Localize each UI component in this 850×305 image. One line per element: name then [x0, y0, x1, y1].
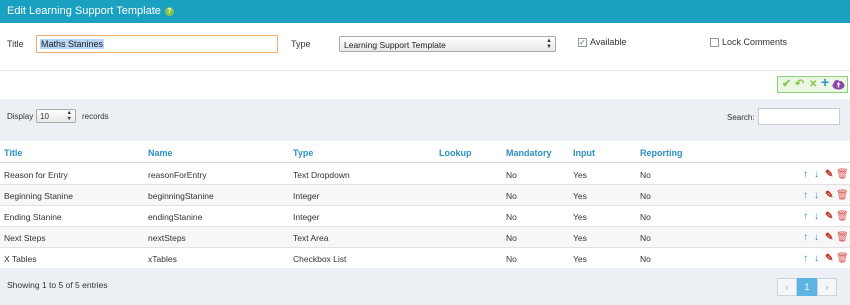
- cell-type: Integer: [293, 191, 320, 201]
- column-header-input[interactable]: Input: [573, 148, 595, 158]
- arrow-up-icon[interactable]: ↑: [803, 169, 808, 180]
- cell-reporting: No: [640, 191, 651, 201]
- cell-title: Reason for Entry: [4, 170, 68, 180]
- window-title-text: Edit Learning Support Template: [7, 5, 161, 17]
- column-header-reporting[interactable]: Reporting: [640, 148, 683, 158]
- title-input-value[interactable]: Maths Stanines: [40, 39, 105, 49]
- lock-comments-checkbox[interactable]: [710, 38, 719, 47]
- arrow-down-icon[interactable]: ↓: [814, 169, 819, 180]
- display-count-select[interactable]: 10 ▲ ▼: [36, 109, 76, 123]
- undo-icon[interactable]: ↶: [795, 78, 804, 91]
- filter-bar: [0, 99, 850, 141]
- type-select-value[interactable]: Learning Support Template: [344, 40, 446, 50]
- title-label: Title: [7, 39, 24, 49]
- cell-name: nextSteps: [148, 233, 186, 243]
- cell-input: Yes: [573, 191, 587, 201]
- cell-name: reasonForEntry: [148, 170, 207, 180]
- display-label: Display: [7, 112, 34, 121]
- column-header-mandatory[interactable]: Mandatory: [506, 148, 552, 158]
- cell-input: Yes: [573, 212, 587, 222]
- select-arrows-icon: ▲ ▼: [546, 38, 552, 50]
- table-header: Title Name Type Lookup Mandatory Input R…: [0, 143, 850, 163]
- column-header-name[interactable]: Name: [148, 148, 173, 158]
- cell-title: Beginning Stanine: [4, 191, 74, 201]
- save-icon[interactable]: ✔: [782, 78, 791, 91]
- cell-reporting: No: [640, 170, 651, 180]
- action-toolbar: ✔ ↶ ✕ +: [777, 75, 848, 94]
- table-row: Next Steps nextSteps Text Area No Yes No…: [0, 227, 850, 248]
- cell-reporting: No: [640, 254, 651, 264]
- display-count-value[interactable]: 10: [40, 112, 49, 121]
- pencil-icon[interactable]: ✎: [825, 169, 833, 180]
- cell-type: Text Dropdown: [293, 170, 350, 180]
- trash-icon[interactable]: 🗑: [836, 190, 849, 201]
- trash-icon[interactable]: 🗑: [836, 253, 849, 264]
- cell-title: Next Steps: [4, 233, 46, 243]
- cell-mandatory: No: [506, 191, 517, 201]
- arrow-down-icon[interactable]: ↓: [814, 190, 819, 201]
- page-1-button[interactable]: 1: [797, 278, 817, 296]
- add-icon[interactable]: +: [821, 75, 829, 89]
- trash-icon[interactable]: 🗑: [836, 232, 849, 243]
- column-header-lookup[interactable]: Lookup: [439, 148, 472, 158]
- pencil-icon[interactable]: ✎: [825, 232, 833, 243]
- cancel-icon[interactable]: ✕: [809, 78, 817, 91]
- trash-icon[interactable]: 🗑: [836, 169, 849, 180]
- pencil-icon[interactable]: ✎: [825, 211, 833, 222]
- type-select[interactable]: Learning Support Template ▲ ▼: [339, 36, 556, 52]
- search-input[interactable]: [758, 108, 840, 125]
- table-row: Reason for Entry reasonForEntry Text Dro…: [0, 164, 850, 185]
- divider: [0, 70, 850, 71]
- cell-name: xTables: [148, 254, 177, 264]
- cell-type: Integer: [293, 212, 320, 222]
- cell-reporting: No: [640, 212, 651, 222]
- type-label: Type: [291, 39, 311, 49]
- cell-input: Yes: [573, 254, 587, 264]
- pencil-icon[interactable]: ✎: [825, 190, 833, 201]
- table-footer: [0, 268, 850, 305]
- prev-page-button[interactable]: ‹: [777, 278, 797, 296]
- arrow-down-icon[interactable]: ↓: [814, 211, 819, 222]
- table-row: Beginning Stanine beginningStanine Integ…: [0, 185, 850, 206]
- cell-name: beginningStanine: [148, 191, 214, 201]
- lock-comments-label: Lock Comments: [722, 37, 788, 47]
- cell-mandatory: No: [506, 233, 517, 243]
- cell-input: Yes: [573, 170, 587, 180]
- available-label: Available: [590, 37, 627, 47]
- available-checkbox[interactable]: ✓: [578, 38, 587, 47]
- window-title: Edit Learning Support Template?: [7, 5, 174, 17]
- select-arrows-icon: ▲ ▼: [66, 110, 72, 122]
- cell-mandatory: No: [506, 212, 517, 222]
- cell-input: Yes: [573, 233, 587, 243]
- column-header-title[interactable]: Title: [4, 148, 22, 158]
- cell-title: Ending Stanine: [4, 212, 62, 222]
- records-label: records: [82, 112, 109, 121]
- cell-reporting: No: [640, 233, 651, 243]
- arrow-down-icon[interactable]: ↓: [814, 232, 819, 243]
- next-page-button[interactable]: ›: [817, 278, 837, 296]
- arrow-up-icon[interactable]: ↑: [803, 211, 808, 222]
- title-input[interactable]: Maths Stanines: [36, 35, 278, 53]
- column-header-type[interactable]: Type: [293, 148, 313, 158]
- cell-mandatory: No: [506, 254, 517, 264]
- cell-name: endingStanine: [148, 212, 203, 222]
- table-row: Ending Stanine endingStanine Integer No …: [0, 206, 850, 227]
- entries-info: Showing 1 to 5 of 5 entries: [7, 280, 108, 290]
- cloud-upload-icon[interactable]: [832, 79, 845, 94]
- search-label: Search:: [727, 113, 755, 122]
- table-row: X Tables xTables Checkbox List No Yes No…: [0, 248, 850, 269]
- cell-mandatory: No: [506, 170, 517, 180]
- help-icon[interactable]: ?: [164, 7, 174, 16]
- window-title-bar: Edit Learning Support Template?: [0, 0, 850, 23]
- arrow-down-icon[interactable]: ↓: [814, 253, 819, 264]
- arrow-up-icon[interactable]: ↑: [803, 232, 808, 243]
- trash-icon[interactable]: 🗑: [836, 211, 849, 222]
- arrow-up-icon[interactable]: ↑: [803, 190, 808, 201]
- cell-title: X Tables: [4, 254, 37, 264]
- arrow-up-icon[interactable]: ↑: [803, 253, 808, 264]
- cell-type: Text Area: [293, 233, 329, 243]
- pencil-icon[interactable]: ✎: [825, 253, 833, 264]
- cell-type: Checkbox List: [293, 254, 347, 264]
